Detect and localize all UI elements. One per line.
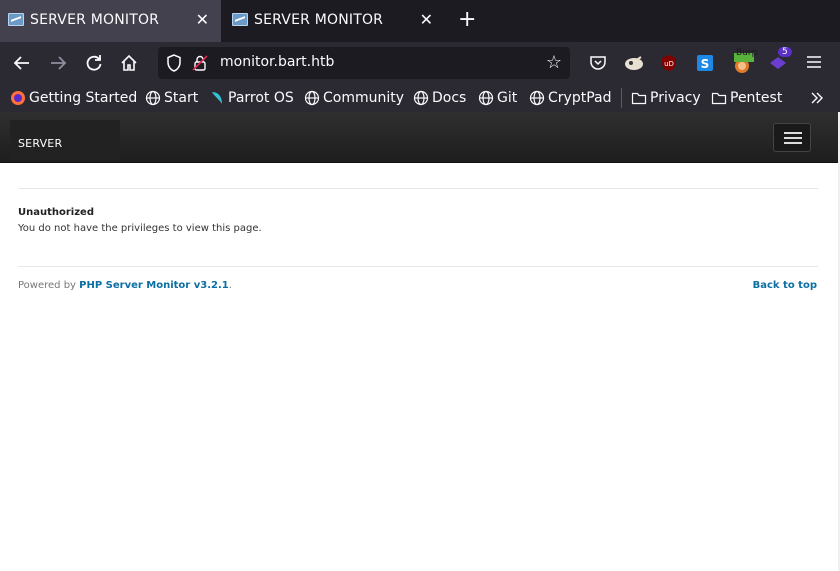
insecure-lock-icon[interactable] [192, 54, 208, 76]
tab-title: SERVER MONITOR [30, 12, 160, 28]
svg-text:uD: uD [664, 60, 674, 68]
footer-powered-by: Powered by PHP Server Monitor v3.2.1. [18, 280, 232, 291]
bookmark-parrot-os[interactable]: Parrot OS [209, 88, 294, 108]
bookmark-getting-started[interactable]: Getting Started [10, 88, 137, 108]
bookmarks-toolbar: Getting Started Start Parrot OS Communit… [0, 84, 840, 112]
extension-badge-count: 5 [778, 47, 792, 57]
firefox-icon [10, 90, 26, 106]
bookmarks-separator [621, 88, 622, 108]
app-navbar: SERVER MONITOR [0, 112, 840, 198]
burp-proxy-icon[interactable]: Burp [731, 48, 757, 73]
address-bar[interactable]: monitor.bart.htb ☆ [158, 47, 570, 79]
navbar-toggle-button[interactable] [773, 123, 811, 152]
page-favicon-icon [232, 13, 248, 26]
bookmark-folder-privacy[interactable]: Privacy [631, 88, 701, 108]
back-to-top-link[interactable]: Back to top [753, 280, 817, 291]
globe-icon [304, 90, 320, 106]
home-icon[interactable] [118, 53, 140, 73]
tab-close-icon[interactable]: ✕ [420, 10, 433, 29]
error-message: You do not have the privileges to view t… [18, 223, 262, 234]
page-content: Unauthorized You do not have the privile… [0, 163, 840, 571]
url-text[interactable]: monitor.bart.htb [220, 54, 334, 70]
footer-prefix: Powered by [18, 280, 80, 291]
globe-icon [145, 90, 161, 106]
bookmark-label: Pentest [730, 90, 783, 106]
bookmark-folder-pentest[interactable]: Pentest [711, 88, 782, 108]
bookmark-label: Privacy [650, 90, 701, 106]
tab-title: SERVER MONITOR [254, 12, 384, 28]
bookmark-label: Start [164, 90, 199, 106]
hamburger-menu-icon[interactable] [805, 53, 825, 73]
error-title: Unauthorized [18, 207, 94, 218]
page-favicon-icon [8, 13, 24, 26]
ublock-origin-icon[interactable]: uD [659, 53, 679, 73]
tab-server-monitor-2[interactable]: SERVER MONITOR ✕ [224, 0, 445, 42]
new-tab-plus-icon[interactable]: + [458, 8, 476, 32]
parrot-icon [209, 90, 225, 106]
bookmark-label: Community [323, 90, 405, 106]
wappalyzer-icon[interactable] [623, 53, 643, 73]
folder-icon [711, 90, 727, 106]
bookmark-label: CryptPad [548, 90, 612, 106]
tracking-protection-shield-icon[interactable] [166, 54, 182, 76]
divider [18, 266, 818, 267]
bookmark-star-icon[interactable]: ☆ [546, 52, 562, 73]
bookmark-label: Getting Started [29, 90, 138, 106]
forward-arrow-icon[interactable] [47, 53, 69, 73]
tab-close-icon[interactable]: ✕ [196, 10, 209, 29]
burp-label: Burp [736, 48, 758, 58]
tab-server-monitor-1[interactable]: SERVER MONITOR ✕ [0, 0, 221, 42]
divider [18, 188, 818, 189]
folder-icon [631, 90, 647, 106]
bookmark-label: Docs [432, 90, 467, 106]
bookmark-git[interactable]: Git [478, 88, 517, 108]
bookmarks-overflow-chevron-icon[interactable] [809, 88, 825, 108]
purple-extension-icon[interactable]: 5 [768, 47, 792, 73]
hamburger-bar [784, 132, 802, 134]
globe-icon [478, 90, 494, 106]
s-extension-icon[interactable]: S [695, 53, 715, 73]
bookmark-docs[interactable]: Docs [413, 88, 466, 108]
hamburger-bar [784, 137, 802, 139]
bookmark-start[interactable]: Start [145, 88, 198, 108]
pocket-icon[interactable] [588, 53, 608, 73]
tab-strip: SERVER MONITOR ✕ SERVER MONITOR ✕ + [0, 0, 840, 42]
bookmark-cryptpad[interactable]: CryptPad [529, 88, 611, 108]
hamburger-bar [784, 142, 802, 144]
svg-text:S: S [701, 57, 710, 71]
back-arrow-icon[interactable] [11, 53, 33, 73]
globe-icon [413, 90, 429, 106]
bookmark-label: Git [497, 90, 518, 106]
brand-link[interactable]: SERVER MONITOR [10, 120, 120, 198]
bookmark-label: Parrot OS [228, 90, 294, 106]
php-server-monitor-link[interactable]: PHP Server Monitor v3.2.1 [79, 280, 229, 291]
bookmark-community[interactable]: Community [304, 88, 404, 108]
footer-suffix: . [228, 280, 232, 291]
reload-icon[interactable] [83, 53, 105, 73]
globe-icon [529, 90, 545, 106]
